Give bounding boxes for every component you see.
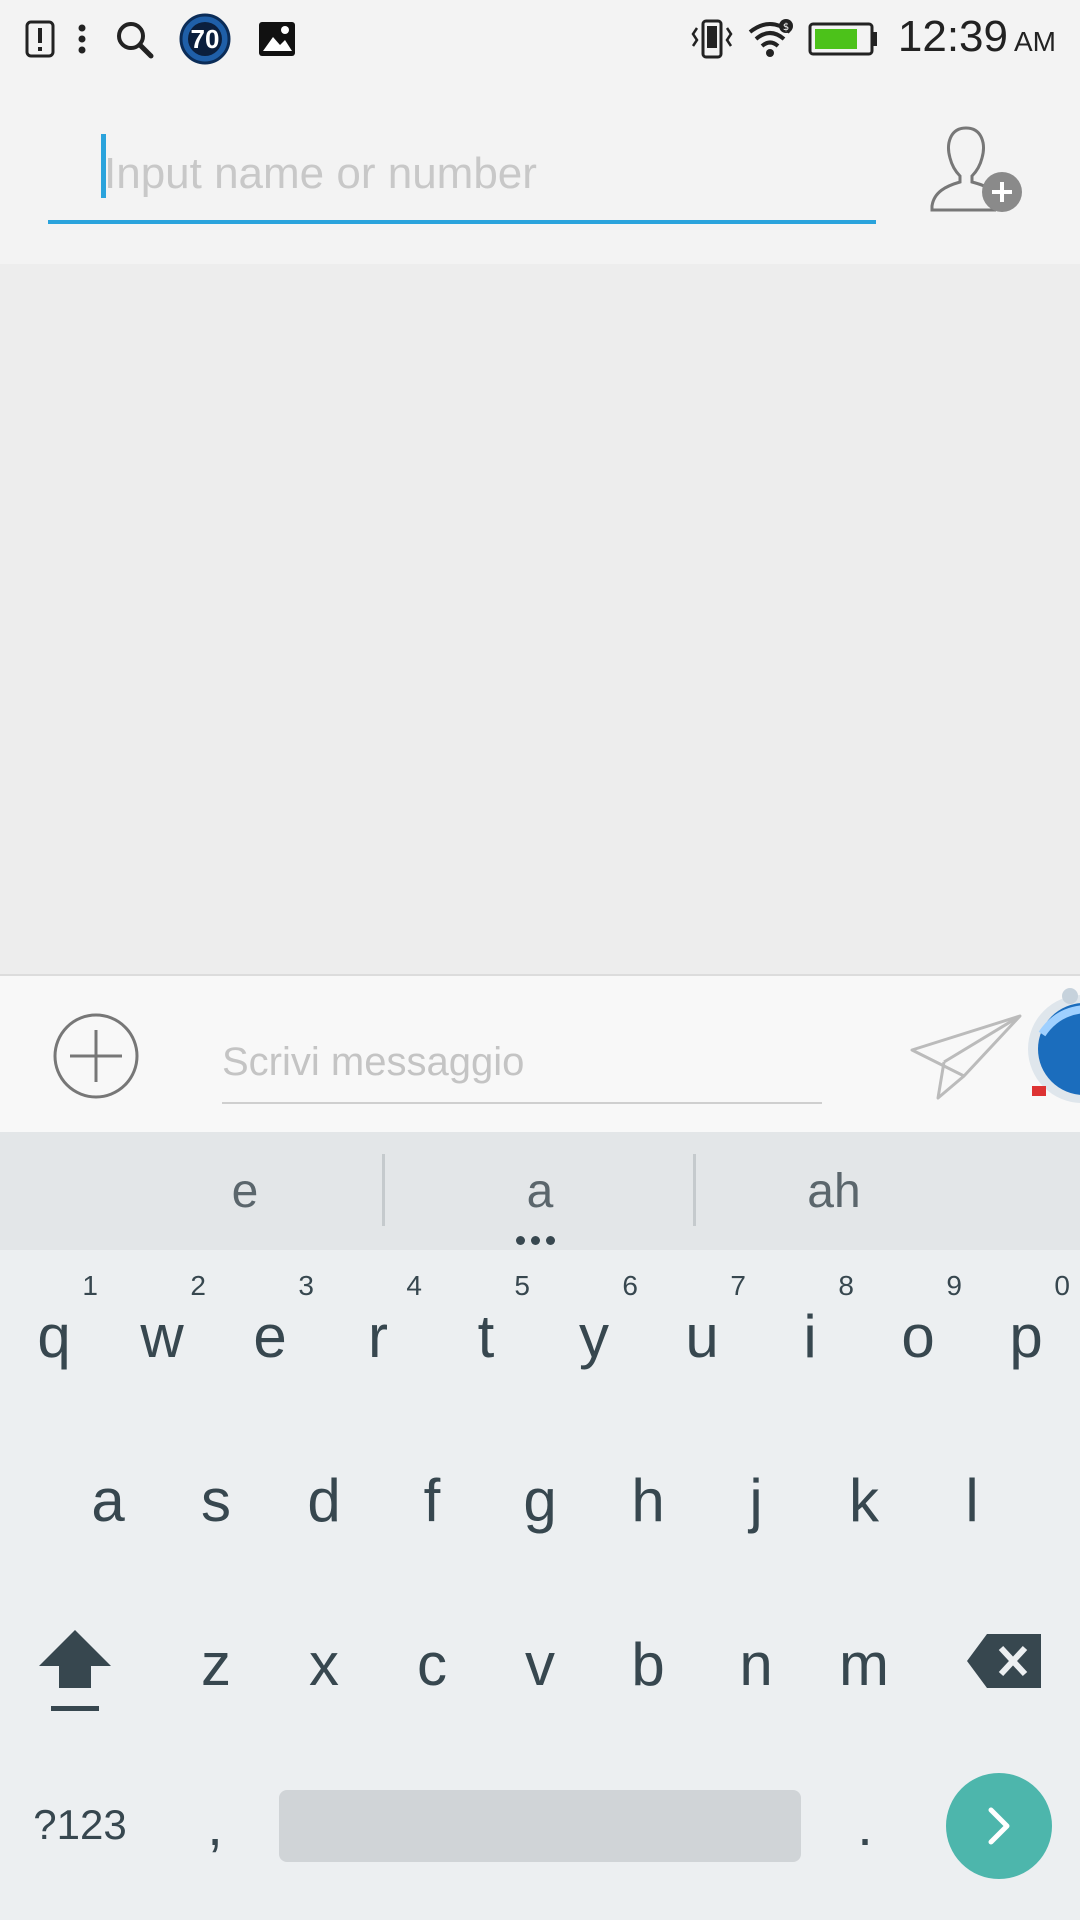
period-key[interactable]: . (830, 1780, 900, 1870)
key-s[interactable]: s (162, 1440, 270, 1560)
key-label: y (579, 1302, 609, 1370)
more-suggestions-icon (516, 1236, 555, 1245)
recipient-header (0, 78, 1080, 264)
key-z[interactable]: z (162, 1604, 270, 1724)
key-d[interactable]: d (270, 1440, 378, 1560)
status-bar: 70 $ 12:39 AM (0, 0, 1080, 78)
clock-time: 12:39 (897, 12, 1008, 61)
key-label: w (140, 1302, 184, 1370)
key-label: q (37, 1302, 71, 1370)
key-x[interactable]: x (270, 1604, 378, 1724)
search-icon (112, 14, 156, 64)
key-label: o (901, 1302, 935, 1370)
space-key[interactable] (279, 1790, 801, 1862)
key-r[interactable]: r4 (324, 1270, 432, 1396)
compose-bar (0, 974, 1080, 1134)
key-label: e (253, 1302, 287, 1370)
key-j[interactable]: j (702, 1440, 810, 1560)
text-cursor (101, 134, 106, 198)
recipient-input[interactable] (48, 128, 876, 224)
key-o[interactable]: o9 (864, 1270, 972, 1396)
key-label: i (803, 1302, 817, 1370)
send-button[interactable] (908, 1012, 1024, 1102)
key-label: u (685, 1302, 719, 1370)
alert-notification-icon (22, 14, 58, 64)
more-notifications-icon (72, 14, 92, 64)
image-icon (256, 14, 298, 64)
plus-circle-icon (53, 1013, 139, 1099)
key-hint: 5 (514, 1270, 530, 1301)
key-hint: 4 (406, 1270, 422, 1301)
key-hint: 8 (838, 1270, 854, 1301)
attach-button[interactable] (52, 1012, 140, 1100)
key-p[interactable]: p0 (972, 1270, 1080, 1396)
suggestion-center[interactable]: a (385, 1132, 695, 1250)
key-l[interactable]: l (918, 1440, 1026, 1560)
key-hint: 6 (622, 1270, 638, 1301)
clock: 12:39 AM (898, 12, 1056, 62)
key-v[interactable]: v (486, 1604, 594, 1724)
key-label: r (368, 1302, 388, 1370)
suggestion-left[interactable]: e (90, 1132, 400, 1250)
symbols-key[interactable]: ?123 (20, 1780, 140, 1870)
paper-plane-icon (910, 1014, 1022, 1100)
key-q[interactable]: q1 (0, 1270, 108, 1396)
conversation-area (0, 264, 1080, 974)
suggestion-right[interactable]: ah (696, 1132, 972, 1250)
key-b[interactable]: b (594, 1604, 702, 1724)
vibrate-icon (690, 14, 734, 64)
chevron-right-icon (988, 1807, 1010, 1845)
key-w[interactable]: w2 (108, 1270, 216, 1396)
shift-key[interactable] (30, 1616, 120, 1726)
backspace-icon (967, 1634, 1041, 1688)
key-h[interactable]: h (594, 1440, 702, 1560)
add-contact-button[interactable] (924, 114, 1034, 224)
key-m[interactable]: m (810, 1604, 918, 1724)
clock-ampm: AM (1014, 26, 1056, 57)
comma-key[interactable]: , (180, 1780, 250, 1870)
key-hint: 2 (190, 1270, 206, 1301)
svg-text:$: $ (783, 22, 789, 33)
key-e[interactable]: e3 (216, 1270, 324, 1396)
key-g[interactable]: g (486, 1440, 594, 1560)
floating-assistant-icon[interactable] (1022, 974, 1080, 1124)
key-c[interactable]: c (378, 1604, 486, 1724)
key-hint: 7 (730, 1270, 746, 1301)
backspace-key[interactable] (960, 1626, 1050, 1696)
key-hint: 9 (946, 1270, 962, 1301)
key-a[interactable]: a (54, 1440, 162, 1560)
key-label: t (477, 1302, 495, 1370)
message-input[interactable] (222, 1022, 822, 1104)
key-label: p (1009, 1302, 1043, 1370)
shift-arrow-icon (39, 1630, 111, 1711)
key-hint: 0 (1054, 1270, 1070, 1301)
key-hint: 1 (82, 1270, 98, 1301)
badge-icon: 70 (178, 13, 232, 65)
key-n[interactable]: n (702, 1604, 810, 1724)
enter-key[interactable] (946, 1773, 1052, 1879)
key-y[interactable]: y6 (540, 1270, 648, 1396)
add-contact-icon (930, 126, 1022, 212)
key-i[interactable]: i8 (756, 1270, 864, 1396)
key-hint: 3 (298, 1270, 314, 1301)
battery-icon (808, 14, 878, 64)
suggestion-strip: e a ah (0, 1132, 1080, 1250)
key-t[interactable]: t5 (432, 1270, 540, 1396)
key-k[interactable]: k (810, 1440, 918, 1560)
key-f[interactable]: f (378, 1440, 486, 1560)
key-u[interactable]: u7 (648, 1270, 756, 1396)
wifi-icon: $ (746, 14, 796, 64)
badge-number: 70 (190, 23, 220, 54)
